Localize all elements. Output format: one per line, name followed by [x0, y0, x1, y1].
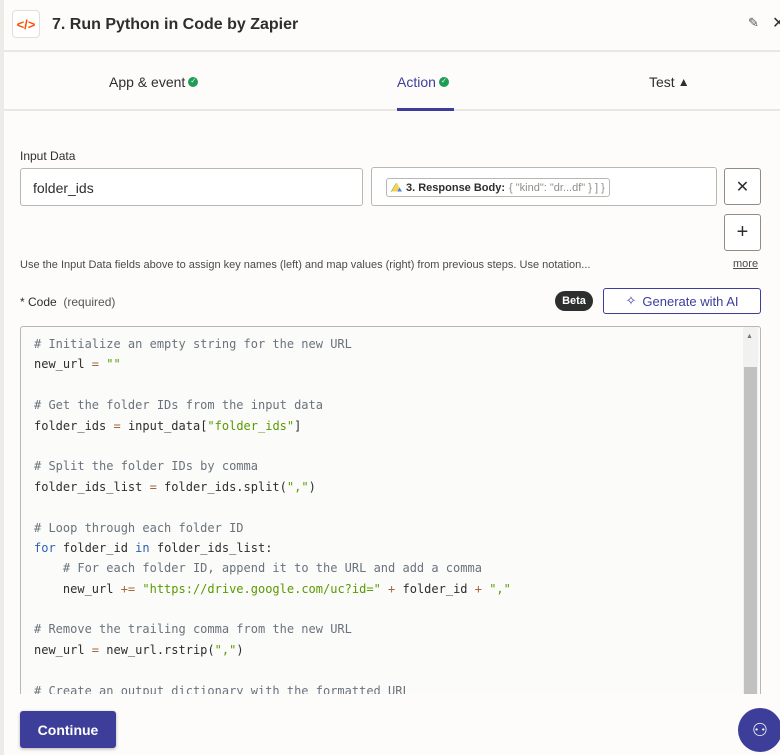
code-token: "" — [99, 357, 121, 372]
code-token: folder_id — [395, 581, 475, 596]
code-token: # Initialize an empty string for the new… — [34, 337, 352, 351]
code-token: # Remove the trailing comma from the new… — [34, 622, 352, 637]
code-token: new_url.rstrip( — [99, 642, 215, 657]
code-token: new_url — [34, 581, 121, 596]
code-token: ] — [294, 418, 302, 433]
code-line: # Split the folder IDs by comma — [34, 456, 511, 476]
code-line: # Remove the trailing comma from the new… — [34, 619, 511, 639]
scroll-up-icon[interactable]: ▲ — [746, 333, 753, 340]
code-token: folder_ids.split( — [156, 479, 287, 494]
tab-test[interactable]: Test ▲ — [649, 74, 690, 90]
sparkle-icon: ✧ — [625, 293, 637, 308]
code-token: ) — [308, 479, 316, 494]
code-label: * Code (required) — [20, 295, 115, 309]
panel-edge — [0, 0, 4, 755]
generate-with-ai-button[interactable]: ✧ Generate with AI — [603, 288, 761, 314]
mapped-preview: { "kind": "dr...df" } ] } — [509, 181, 605, 194]
more-link[interactable]: more — [733, 258, 758, 270]
code-editor[interactable]: # Initialize an empty string for the new… — [20, 326, 761, 726]
code-token: "," — [214, 642, 237, 657]
code-line: folder_ids_list = folder_ids.split(",") — [34, 477, 511, 497]
input-data-label: Input Data — [20, 149, 76, 163]
code-token: new_url — [34, 357, 92, 372]
remove-field-button[interactable]: ✕ — [724, 168, 761, 205]
code-token: new_url — [34, 642, 92, 657]
code-line: new_url += "https://drive.google.com/uc?… — [34, 579, 511, 599]
code-token: folder_id — [55, 540, 136, 555]
code-line: for folder_id in folder_ids_list: — [34, 538, 511, 558]
active-tab-indicator — [397, 108, 454, 111]
code-line: folder_ids = input_data["folder_ids"] — [34, 416, 511, 436]
code-token: "https://drive.google.com/uc?id=" — [135, 581, 381, 596]
code-token: # Get the folder IDs from the input data — [34, 398, 323, 413]
code-token: "," — [286, 479, 309, 494]
input-data-help: Use the Input Data fields above to assig… — [20, 259, 591, 271]
code-line: # Get the folder IDs from the input data — [34, 395, 511, 415]
step-header: </> 7. Run Python in Code by Zapier ✎ ✕ — [4, 0, 780, 52]
help-chat-icon[interactable]: ⚇ — [738, 708, 780, 752]
code-token: # Split the folder IDs by comma — [34, 459, 258, 474]
code-icon: </> — [12, 10, 40, 38]
code-line: # Loop through each folder ID — [34, 518, 511, 538]
step-title: 7. Run Python in Code by Zapier — [52, 16, 299, 33]
tab-label: Test — [649, 74, 675, 90]
code-token: = — [149, 479, 157, 494]
google-drive-icon — [391, 182, 402, 192]
code-token: in — [135, 540, 150, 555]
continue-button[interactable]: Continue — [20, 711, 116, 748]
plus-icon: + — [736, 221, 749, 243]
close-icon[interactable]: ✕ — [772, 13, 780, 33]
code-token: + — [474, 581, 482, 596]
code-token: folder_ids_list — [34, 479, 150, 494]
code-token: "," — [481, 581, 511, 596]
beta-badge: Beta — [555, 291, 593, 311]
code-line: # For each folder ID, append it to the U… — [34, 558, 511, 578]
tab-app-event[interactable]: App & event ✓ — [109, 74, 199, 90]
step-tabs: App & event ✓ Action ✓ Test ▲ — [4, 54, 780, 111]
code-token: ) — [236, 642, 244, 657]
code-token: input_data[ — [120, 418, 208, 433]
code-line: new_url = "" — [34, 354, 511, 374]
mapped-field-pill[interactable]: 3. Response Body: { "kind": "dr...df" } … — [386, 178, 610, 197]
check-icon: ✓ — [438, 77, 449, 87]
footer — [4, 694, 780, 755]
code-token: "folder_ids" — [207, 418, 295, 433]
code-token: folder_ids_list: — [149, 540, 273, 555]
tab-action[interactable]: Action ✓ — [397, 74, 449, 90]
code-token: # Loop through each folder ID — [34, 520, 244, 535]
required-text: (required) — [63, 295, 116, 309]
code-token: = — [113, 418, 121, 433]
code-line: # Initialize an empty string for the new… — [34, 334, 511, 354]
code-token: = — [91, 357, 100, 372]
pencil-icon[interactable]: ✎ — [748, 15, 759, 31]
mapped-step: 3. Response Body: — [406, 181, 506, 194]
code-token: for — [34, 540, 56, 555]
add-field-button[interactable]: + — [724, 214, 761, 251]
code-line: new_url = new_url.rstrip(",") — [34, 640, 511, 660]
code-label-text: * Code — [20, 295, 57, 309]
scrollbar[interactable]: ▲ — [743, 327, 758, 725]
scrollbar-thumb[interactable] — [744, 367, 757, 725]
code-token: # For each folder ID, append it to the U… — [62, 561, 482, 576]
tab-label: App & event — [109, 74, 186, 90]
generate-label: Generate with AI — [642, 293, 739, 309]
input-value-field[interactable]: 3. Response Body: { "kind": "dr...df" } … — [371, 167, 717, 206]
code-token: folder_ids — [34, 418, 114, 433]
code-token: += — [120, 581, 136, 596]
code-lines[interactable]: # Initialize an empty string for the new… — [34, 334, 511, 701]
warning-icon: ▲ — [677, 75, 690, 89]
input-key-field[interactable]: folder_ids — [20, 168, 363, 206]
tab-label: Action — [397, 74, 436, 90]
check-icon: ✓ — [188, 77, 199, 87]
code-token: = — [91, 642, 100, 657]
close-icon: ✕ — [735, 178, 750, 196]
